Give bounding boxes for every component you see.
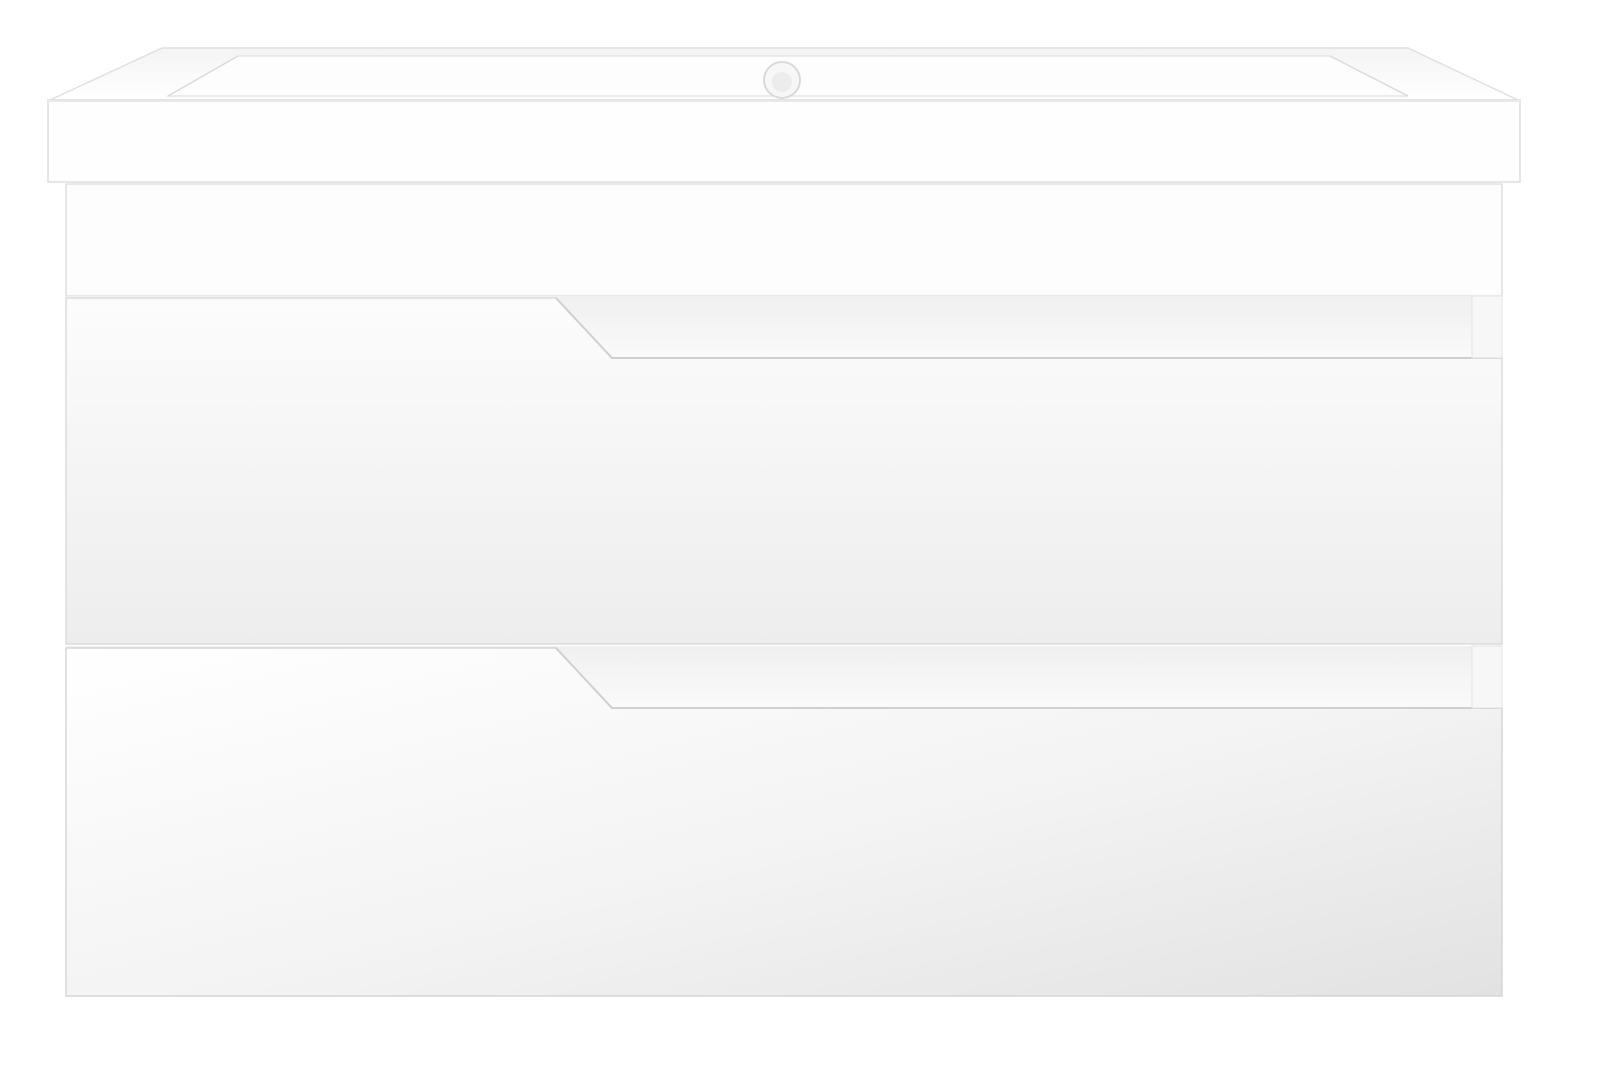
drawer-top-side-edge bbox=[1471, 295, 1503, 359]
overflow-hole-inner bbox=[772, 72, 792, 92]
product-photo bbox=[0, 0, 1600, 1066]
basin-front-rim bbox=[47, 99, 1521, 183]
cabinet bbox=[65, 183, 1503, 997]
basin bbox=[47, 47, 1521, 183]
cabinet-top-band bbox=[65, 183, 1503, 297]
drawer-top[interactable] bbox=[65, 295, 1503, 645]
drawer-bottom[interactable] bbox=[65, 645, 1503, 997]
vanity-unit-illustration bbox=[47, 47, 1521, 997]
drawer-bottom-side-edge bbox=[1471, 645, 1503, 709]
